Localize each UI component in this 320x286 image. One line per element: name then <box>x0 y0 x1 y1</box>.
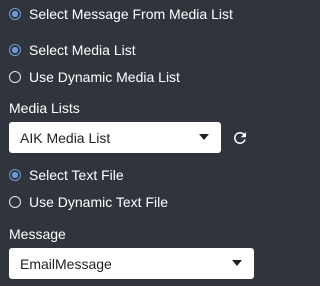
media-list-select-value: AIK Media List <box>20 129 111 146</box>
refresh-icon[interactable] <box>231 129 249 147</box>
radio-use-dynamic-media-list[interactable]: Use Dynamic Media List <box>9 66 180 88</box>
radio-button-checked[interactable] <box>9 169 21 181</box>
message-select-value: EmailMessage <box>20 255 112 272</box>
message-select[interactable]: EmailMessage <box>9 248 254 279</box>
radio-label: Select Media List <box>29 42 136 58</box>
media-lists-label: Media Lists <box>9 100 80 116</box>
radio-label: Use Dynamic Text File <box>29 194 169 210</box>
radio-select-text-file[interactable]: Select Text File <box>9 164 124 186</box>
chevron-down-icon <box>232 260 242 266</box>
radio-button-unchecked[interactable] <box>9 71 21 83</box>
radio-label: Select Text File <box>29 167 124 183</box>
media-list-select[interactable]: AIK Media List <box>9 122 221 153</box>
chevron-down-icon <box>199 134 209 140</box>
radio-button-checked[interactable] <box>9 44 21 56</box>
radio-label: Select Message From Media List <box>29 6 233 22</box>
radio-use-dynamic-text-file[interactable]: Use Dynamic Text File <box>9 191 168 213</box>
radio-button-checked[interactable] <box>9 8 21 20</box>
radio-select-from-media-list[interactable]: Select Message From Media List <box>9 3 233 25</box>
radio-label: Use Dynamic Media List <box>29 69 180 85</box>
radio-select-media-list[interactable]: Select Media List <box>9 39 136 61</box>
radio-button-unchecked[interactable] <box>9 196 21 208</box>
message-label: Message <box>9 226 66 242</box>
